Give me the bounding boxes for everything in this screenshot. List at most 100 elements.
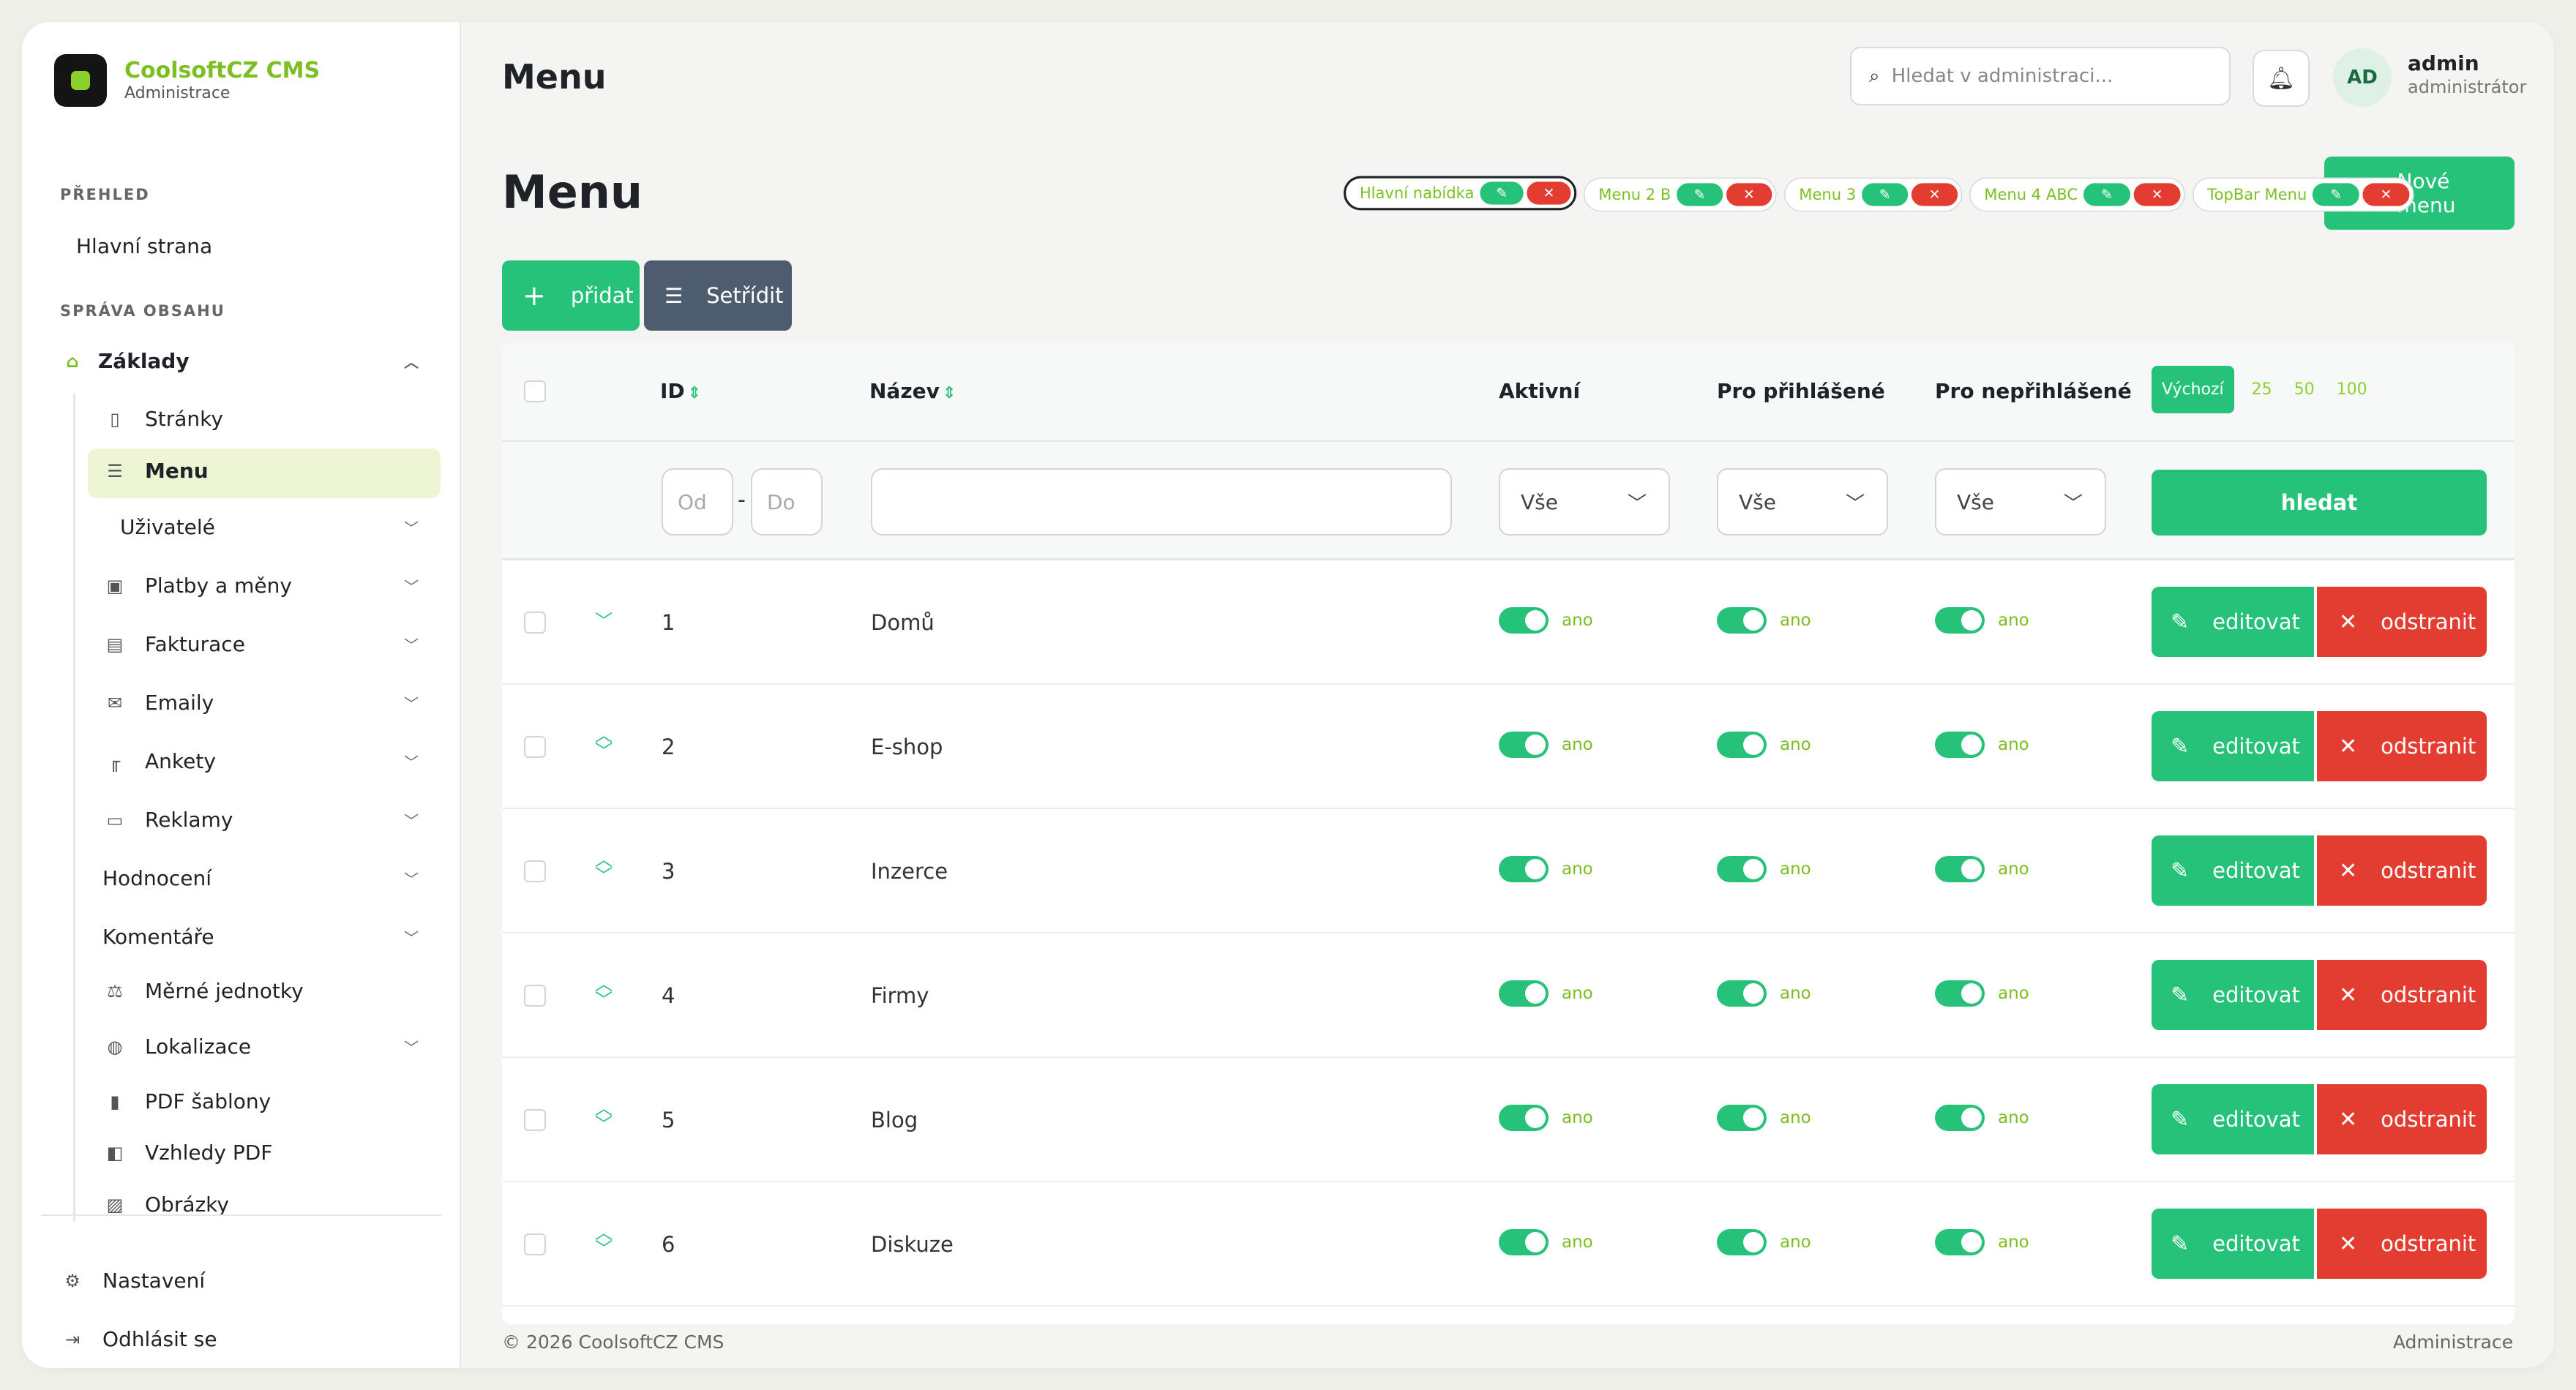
- active-toggle[interactable]: ano: [1499, 856, 1593, 882]
- avatar[interactable]: AD: [2333, 48, 2392, 107]
- active-toggle[interactable]: ano: [1499, 732, 1593, 758]
- logged-toggle[interactable]: ano: [1717, 732, 1811, 758]
- active-toggle[interactable]: ano: [1499, 1105, 1593, 1131]
- sidebar-item-ads[interactable]: ▭ Reklamy ﹀: [102, 808, 441, 832]
- menu-tab-0[interactable]: Hlavní nabídka ✎ ✕: [1344, 176, 1577, 211]
- toggle-switch[interactable]: [1717, 856, 1767, 882]
- pencil-icon[interactable]: ✎: [2313, 183, 2359, 206]
- close-icon[interactable]: ✕: [1527, 181, 1571, 205]
- sidebar-item-pages[interactable]: ▯ Stránky: [102, 407, 223, 431]
- guest-toggle[interactable]: ano: [1935, 980, 2029, 1007]
- sort-button[interactable]: ☰ Setřídit: [644, 260, 792, 331]
- notification-bell-icon[interactable]: 🔔︎: [2253, 50, 2310, 107]
- toggle-switch[interactable]: [1935, 856, 1985, 882]
- sidebar-item-localization[interactable]: ◍ Lokalizace ﹀: [102, 1034, 441, 1059]
- toggle-switch[interactable]: [1717, 980, 1767, 1007]
- column-header-id[interactable]: ID ⇕: [660, 379, 701, 403]
- delete-button[interactable]: ✕ odstranit: [2317, 587, 2487, 657]
- user-info[interactable]: admin administrátor: [2408, 51, 2526, 98]
- row-checkbox[interactable]: [524, 1109, 546, 1131]
- sort-icon[interactable]: ⇕: [943, 384, 956, 402]
- row-checkbox[interactable]: [524, 612, 546, 634]
- close-icon[interactable]: ✕: [1726, 183, 1772, 206]
- chevron-up-icon[interactable]: ︿: [404, 350, 419, 372]
- delete-button[interactable]: ✕ odstranit: [2317, 1209, 2487, 1279]
- per-page-50[interactable]: 50: [2294, 380, 2315, 399]
- sidebar-item-comments[interactable]: Komentáře ﹀: [102, 925, 441, 949]
- logged-toggle[interactable]: ano: [1717, 980, 1811, 1007]
- sidebar-item-users[interactable]: Uživatelé ﹀: [120, 515, 441, 539]
- menu-tab-4[interactable]: TopBar Menu ✎ ✕: [2193, 177, 2414, 212]
- pencil-icon[interactable]: ✎: [1862, 183, 1909, 206]
- per-page-100[interactable]: 100: [2337, 380, 2367, 399]
- pencil-icon[interactable]: ✎: [1677, 183, 1723, 206]
- drag-handle-icon[interactable]: ︿ ﹀: [593, 851, 615, 884]
- guest-toggle[interactable]: ano: [1935, 856, 2029, 882]
- active-filter-select[interactable]: Vše ﹀: [1499, 468, 1670, 536]
- logged-toggle[interactable]: ano: [1717, 1229, 1811, 1255]
- toggle-switch[interactable]: [1499, 607, 1549, 634]
- guest-toggle[interactable]: ano: [1935, 732, 2029, 758]
- drag-handle-icon[interactable]: ﹀: [593, 612, 615, 630]
- add-button[interactable]: + přidat: [502, 260, 640, 331]
- chevron-down-icon[interactable]: ﹀: [404, 516, 419, 538]
- chevron-down-icon[interactable]: ﹀: [404, 751, 419, 772]
- sidebar-item-invoicing[interactable]: ▤ Fakturace ﹀: [102, 632, 441, 656]
- delete-button[interactable]: ✕ odstranit: [2317, 1084, 2487, 1154]
- toggle-switch[interactable]: [1935, 1105, 1985, 1131]
- toggle-switch[interactable]: [1717, 1105, 1767, 1131]
- id-from-input[interactable]: Od: [662, 468, 733, 536]
- sidebar-item-ratings[interactable]: Hodnocení ﹀: [102, 866, 441, 890]
- edit-button[interactable]: ✎ editovat: [2152, 711, 2314, 781]
- toggle-switch[interactable]: [1499, 980, 1549, 1007]
- toggle-switch[interactable]: [1717, 1229, 1767, 1255]
- edit-button[interactable]: ✎ editovat: [2152, 587, 2314, 657]
- sidebar-item-settings[interactable]: ⚙ Nastavení: [60, 1269, 205, 1293]
- active-toggle[interactable]: ano: [1499, 1229, 1593, 1255]
- edit-button[interactable]: ✎ editovat: [2152, 1084, 2314, 1154]
- menu-tab-3[interactable]: Menu 4 ABC ✎ ✕: [1969, 177, 2185, 212]
- chevron-down-icon[interactable]: ﹀: [404, 634, 419, 655]
- toggle-switch[interactable]: [1499, 1229, 1549, 1255]
- delete-button[interactable]: ✕ odstranit: [2317, 835, 2487, 906]
- edit-button[interactable]: ✎ editovat: [2152, 1209, 2314, 1279]
- search-input[interactable]: ⌕ Hledat v administraci...: [1850, 47, 2231, 105]
- sidebar-item-units[interactable]: ⚖ Měrné jednotky: [102, 979, 303, 1003]
- toggle-switch[interactable]: [1935, 607, 1985, 634]
- row-checkbox[interactable]: [524, 860, 546, 882]
- toggle-switch[interactable]: [1499, 1105, 1549, 1131]
- toggle-switch[interactable]: [1935, 1229, 1985, 1255]
- per-page-default[interactable]: Výchozí: [2152, 366, 2234, 413]
- active-toggle[interactable]: ano: [1499, 980, 1593, 1007]
- menu-tab-1[interactable]: Menu 2 B ✎ ✕: [1584, 177, 1777, 212]
- sidebar-item-home[interactable]: Hlavní strana: [76, 234, 212, 258]
- row-checkbox[interactable]: [524, 736, 546, 758]
- sidebar-item-basics[interactable]: ⌂ Základy ︿: [60, 349, 441, 373]
- name-filter-input[interactable]: [871, 468, 1452, 536]
- close-icon[interactable]: ✕: [2133, 183, 2181, 206]
- logged-toggle[interactable]: ano: [1717, 607, 1811, 634]
- sidebar-item-images[interactable]: ▨ Obrázky: [102, 1192, 229, 1217]
- per-page-25[interactable]: 25: [2252, 380, 2272, 399]
- pencil-icon[interactable]: ✎: [1480, 181, 1524, 205]
- drag-handle-icon[interactable]: ︿ ﹀: [593, 975, 615, 1009]
- active-toggle[interactable]: ano: [1499, 607, 1593, 634]
- close-icon[interactable]: ✕: [2362, 183, 2410, 206]
- logged-toggle[interactable]: ano: [1717, 1105, 1811, 1131]
- drag-handle-icon[interactable]: ︿ ﹀: [593, 1100, 615, 1133]
- chevron-down-icon[interactable]: ﹀: [404, 692, 419, 713]
- toggle-switch[interactable]: [1499, 856, 1549, 882]
- toggle-switch[interactable]: [1717, 732, 1767, 758]
- id-to-input[interactable]: Do: [751, 468, 823, 536]
- sidebar-item-polls[interactable]: ╓ Ankety ﹀: [102, 749, 441, 773]
- toggle-switch[interactable]: [1717, 607, 1767, 634]
- select-all-checkbox[interactable]: [524, 380, 546, 402]
- drag-handle-icon[interactable]: ︿ ﹀: [593, 726, 615, 760]
- logged-filter-select[interactable]: Vše ﹀: [1717, 468, 1888, 536]
- sidebar-item-menu[interactable]: ☰ Menu: [102, 459, 209, 483]
- delete-button[interactable]: ✕ odstranit: [2317, 960, 2487, 1030]
- toggle-switch[interactable]: [1935, 732, 1985, 758]
- edit-button[interactable]: ✎ editovat: [2152, 960, 2314, 1030]
- chevron-down-icon[interactable]: ﹀: [404, 1036, 419, 1057]
- column-header-name[interactable]: Název ⇕: [869, 379, 956, 403]
